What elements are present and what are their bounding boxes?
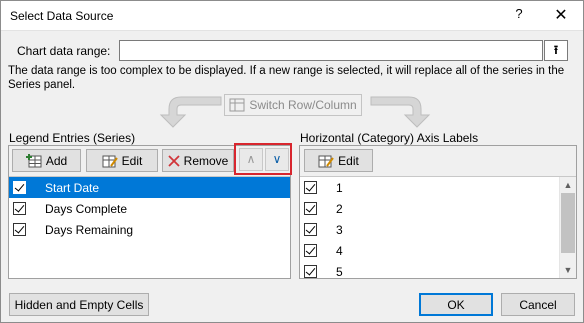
add-series-label: Add <box>45 153 68 168</box>
title-bar: Select Data Source ? ✕ <box>1 1 583 31</box>
move-buttons-highlight: ∧ ∨ <box>234 143 292 175</box>
hidden-empty-cells-button[interactable]: Hidden and Empty Cells <box>9 293 149 316</box>
list-item[interactable]: Days Complete <box>9 198 290 219</box>
category-checkbox[interactable] <box>304 202 317 215</box>
move-down-button[interactable]: ∨ <box>265 148 289 171</box>
series-label: Days Complete <box>45 202 128 216</box>
list-item[interactable]: 2 <box>300 198 559 219</box>
list-item[interactable]: 4 <box>300 240 559 261</box>
series-checkbox[interactable] <box>13 223 26 236</box>
remove-x-icon <box>168 154 180 167</box>
edit-axis-labels-label: Edit <box>338 153 359 168</box>
move-up-button[interactable]: ∧ <box>239 148 263 171</box>
category-checkbox[interactable] <box>304 181 317 194</box>
series-label: Days Remaining <box>45 223 134 237</box>
add-table-icon <box>25 153 42 167</box>
list-item[interactable]: 3 <box>300 219 559 240</box>
list-item[interactable]: 1 <box>300 177 559 198</box>
chart-data-range-label: Chart data range: <box>17 44 111 58</box>
series-checkbox[interactable] <box>13 181 26 194</box>
switch-row-column-icon <box>229 98 245 112</box>
axis-list-scrollbar[interactable]: ▲ ▼ <box>559 177 576 278</box>
switch-row-column-button[interactable]: Switch Row/Column <box>224 94 362 116</box>
ok-button[interactable]: OK <box>419 293 493 316</box>
axis-labels-label: Horizontal (Category) Axis Labels <box>300 131 479 145</box>
edit-series-label: Edit <box>121 153 143 168</box>
cancel-button[interactable]: Cancel <box>501 293 575 316</box>
range-message: The data range is too complex to be disp… <box>8 65 565 91</box>
dialog-title: Select Data Source <box>10 9 114 23</box>
category-label: 2 <box>336 202 343 216</box>
remove-series-button[interactable]: Remove <box>162 149 234 172</box>
list-item[interactable]: Days Remaining <box>9 219 290 240</box>
close-button[interactable]: ✕ <box>548 5 574 27</box>
category-checkbox[interactable] <box>304 223 317 236</box>
series-checkbox[interactable] <box>13 202 26 215</box>
category-label: 5 <box>336 265 343 279</box>
axis-labels-list[interactable]: 1 2 3 4 5 <box>300 177 559 279</box>
edit-axis-labels-button[interactable]: Edit <box>304 149 373 172</box>
axis-labels-panel: Edit 1 2 3 4 5 ▲ ▼ <box>299 145 577 279</box>
legend-entries-label: Legend Entries (Series) <box>9 131 136 145</box>
select-data-source-dialog: Select Data Source ? ✕ Chart data range:… <box>0 0 584 323</box>
category-label: 4 <box>336 244 343 258</box>
scroll-down-icon[interactable]: ▼ <box>560 262 576 278</box>
help-button[interactable]: ? <box>511 6 527 26</box>
list-item[interactable]: Start Date <box>9 177 290 198</box>
series-label: Start Date <box>45 181 100 195</box>
category-label: 3 <box>336 223 343 237</box>
category-label: 1 <box>336 181 343 195</box>
collapse-dialog-icon[interactable]: ⭱ <box>544 40 568 61</box>
switch-row-column-label: Switch Row/Column <box>249 98 357 112</box>
edit-table-icon <box>318 155 334 167</box>
list-item[interactable]: 5 <box>300 261 559 282</box>
scroll-up-icon[interactable]: ▲ <box>560 177 576 193</box>
axis-toolbar: Edit <box>300 146 576 177</box>
scrollbar-thumb[interactable] <box>561 193 575 253</box>
category-checkbox[interactable] <box>304 244 317 257</box>
add-series-button[interactable]: Add <box>12 149 81 172</box>
category-checkbox[interactable] <box>304 265 317 278</box>
remove-series-label: Remove <box>183 153 229 168</box>
edit-table-icon <box>102 155 118 167</box>
chart-data-range-input[interactable] <box>119 40 543 61</box>
legend-series-list[interactable]: Start Date Days Complete Days Remaining <box>9 177 290 278</box>
edit-series-button[interactable]: Edit <box>86 149 158 172</box>
